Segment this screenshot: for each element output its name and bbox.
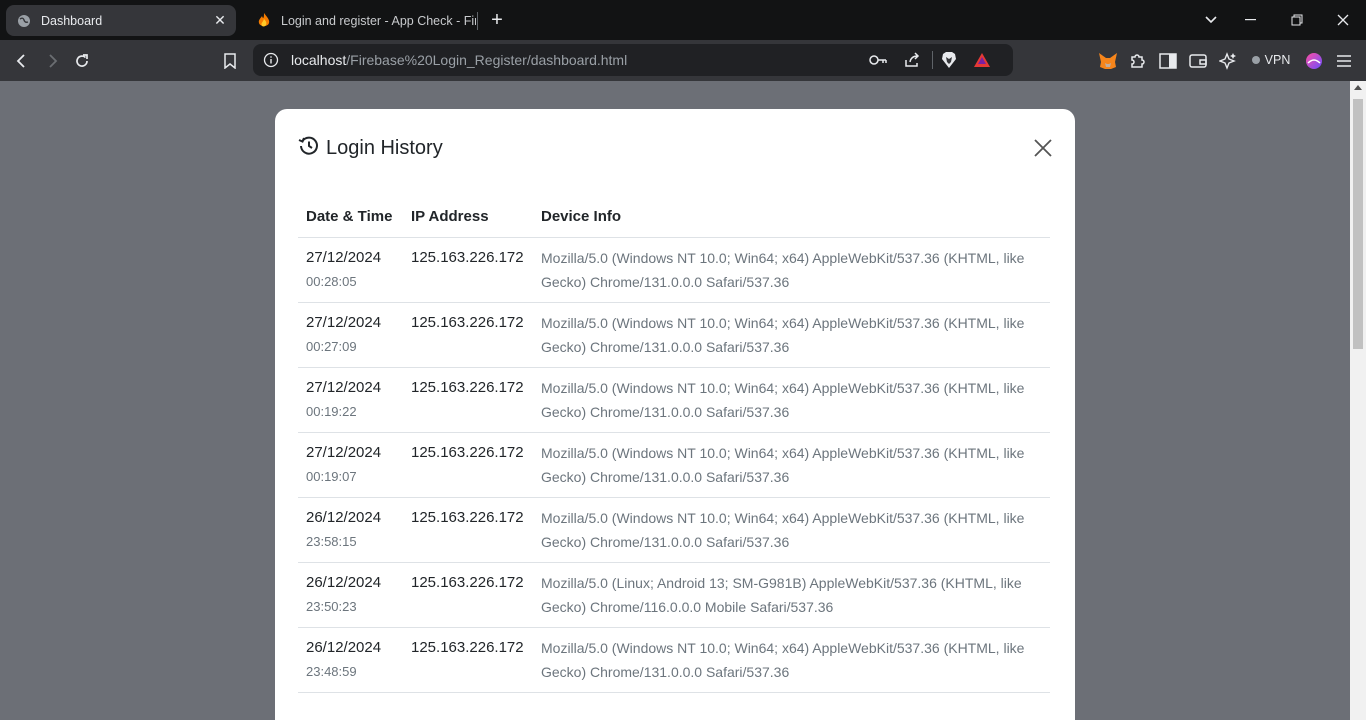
cell-datetime: 27/12/2024 00:27:09	[298, 302, 403, 368]
browser-toolbar: localhost/Firebase%20Login_Register/dash…	[0, 40, 1366, 81]
scrollbar-thumb[interactable]	[1353, 99, 1363, 349]
login-time: 23:50:23	[306, 599, 357, 614]
new-tab-button[interactable]: +	[486, 9, 508, 31]
table-row: 27/12/2024 00:19:07 125.163.226.172 Mozilla…	[298, 432, 1050, 498]
page-scrollbar[interactable]	[1350, 81, 1366, 720]
login-date: 27/12/2024	[306, 379, 382, 396]
cell-ip: 125.163.226.172	[403, 302, 533, 368]
url-path: /Firebase%20Login_Register/dashboard.htm…	[346, 52, 628, 68]
page-backdrop: Login History Date & Time IP Address Dev…	[0, 81, 1350, 720]
login-time: 00:28:05	[306, 274, 357, 289]
login-time: 23:48:59	[306, 664, 357, 679]
cell-datetime: 26/12/2024 23:58:15	[298, 497, 403, 563]
metamask-icon[interactable]	[1095, 48, 1121, 74]
close-modal-button[interactable]	[1031, 136, 1055, 160]
cell-device: Mozilla/5.0 (Windows NT 10.0; Win64; x64…	[533, 627, 1050, 693]
leo-ai-icon[interactable]	[1215, 48, 1241, 74]
login-date: 26/12/2024	[306, 639, 382, 656]
profile-avatar-icon[interactable]	[1301, 48, 1327, 74]
cell-datetime: 27/12/2024 00:19:07	[298, 432, 403, 498]
cell-datetime: 26/12/2024 23:48:59	[298, 627, 403, 693]
tab-login-register[interactable]: Login and register - App Check - Fir	[246, 5, 476, 36]
close-icon	[1034, 139, 1052, 157]
login-date: 26/12/2024	[306, 574, 382, 591]
column-header-device: Device Info	[533, 205, 1050, 238]
table-header-row: Date & Time IP Address Device Info	[298, 205, 1050, 238]
globe-icon	[16, 13, 32, 29]
cell-device: Mozilla/5.0 (Linux; Android 13; SM-G981B…	[533, 562, 1050, 628]
cell-ip: 125.163.226.172	[403, 497, 533, 563]
modal-title: Login History	[326, 137, 443, 159]
login-time: 00:27:09	[306, 339, 357, 354]
table-row: 26/12/2024 23:58:15 125.163.226.172 Mozilla…	[298, 497, 1050, 563]
table-row: 27/12/2024 00:28:05 125.163.226.172 Mozilla…	[298, 237, 1050, 303]
reload-icon[interactable]	[69, 48, 95, 74]
cell-device: Mozilla/5.0 (Windows NT 10.0; Win64; x64…	[533, 302, 1050, 368]
url-host: localhost	[291, 52, 347, 68]
close-tab-icon[interactable]: ✕	[210, 11, 230, 31]
scroll-up-arrow[interactable]	[1354, 85, 1362, 90]
history-icon	[298, 135, 320, 162]
minimize-icon[interactable]	[1229, 0, 1273, 40]
tab-title: Login and register - App Check - Fir	[281, 13, 476, 28]
restore-icon[interactable]	[1275, 0, 1319, 40]
login-history-modal: Login History Date & Time IP Address Dev…	[275, 109, 1075, 720]
column-header-ip: IP Address	[403, 205, 533, 238]
login-date: 27/12/2024	[306, 444, 382, 461]
table-row: 27/12/2024 00:19:22 125.163.226.172 Mozilla…	[298, 367, 1050, 433]
forward-icon[interactable]	[39, 48, 65, 74]
back-icon[interactable]	[9, 48, 35, 74]
brave-shields-icon[interactable]	[940, 51, 958, 74]
cell-device: Mozilla/5.0 (Windows NT 10.0; Win64; x64…	[533, 432, 1050, 498]
cell-device: Mozilla/5.0 (Windows NT 10.0; Win64; x64…	[533, 497, 1050, 563]
login-time: 23:58:15	[306, 534, 357, 549]
login-date: 27/12/2024	[306, 249, 382, 266]
table-row: 26/12/2024 23:48:59 125.163.226.172 Mozilla…	[298, 627, 1050, 693]
close-window-icon[interactable]	[1321, 0, 1365, 40]
bookmark-icon[interactable]	[217, 48, 243, 74]
extensions-icon[interactable]	[1125, 48, 1151, 74]
cell-ip: 125.163.226.172	[403, 432, 533, 498]
login-time: 00:19:22	[306, 404, 357, 419]
cell-datetime: 26/12/2024 23:50:23	[298, 562, 403, 628]
tab-strip: Dashboard ✕ Login and register - App Che…	[0, 0, 1366, 40]
tab-title: Dashboard	[41, 13, 103, 28]
url-text[interactable]: localhost/Firebase%20Login_Register/dash…	[291, 52, 627, 68]
login-date: 26/12/2024	[306, 509, 382, 526]
cell-device: Mozilla/5.0 (Windows NT 10.0; Win64; x64…	[533, 367, 1050, 433]
tab-dashboard[interactable]: Dashboard ✕	[6, 5, 236, 36]
wallet-icon[interactable]	[1185, 48, 1211, 74]
menu-icon[interactable]	[1331, 48, 1357, 74]
brave-rewards-icon[interactable]	[973, 52, 991, 73]
login-history-table: Date & Time IP Address Device Info 27/12…	[298, 205, 1050, 693]
modal-header: Login History	[298, 135, 443, 162]
firebase-icon	[256, 13, 272, 29]
column-header-datetime: Date & Time	[298, 205, 403, 238]
vpn-label: VPN	[1264, 53, 1291, 67]
table-row: 26/12/2024 23:50:23 125.163.226.172 Mozilla…	[298, 562, 1050, 628]
cell-ip: 125.163.226.172	[403, 562, 533, 628]
password-key-icon[interactable]	[868, 52, 888, 73]
tab-search-icon[interactable]	[1189, 0, 1233, 40]
login-date: 27/12/2024	[306, 314, 382, 331]
cell-ip: 125.163.226.172	[403, 367, 533, 433]
vpn-status-dot	[1251, 56, 1260, 64]
cell-device: Mozilla/5.0 (Windows NT 10.0; Win64; x64…	[533, 237, 1050, 303]
vpn-button[interactable]: VPN	[1247, 49, 1295, 71]
cell-ip: 125.163.226.172	[403, 237, 533, 303]
cell-datetime: 27/12/2024 00:19:22	[298, 367, 403, 433]
share-icon[interactable]	[903, 51, 921, 74]
tab-separator	[477, 12, 478, 30]
cell-datetime: 27/12/2024 00:28:05	[298, 237, 403, 303]
cell-ip: 125.163.226.172	[403, 627, 533, 693]
login-time: 00:19:07	[306, 469, 357, 484]
site-info-icon[interactable]	[263, 52, 279, 68]
omnibox-separator	[932, 51, 933, 69]
sidebar-toggle-icon[interactable]	[1155, 48, 1181, 74]
table-row: 27/12/2024 00:27:09 125.163.226.172 Mozilla…	[298, 302, 1050, 368]
address-bar[interactable]: localhost/Firebase%20Login_Register/dash…	[253, 44, 1013, 76]
